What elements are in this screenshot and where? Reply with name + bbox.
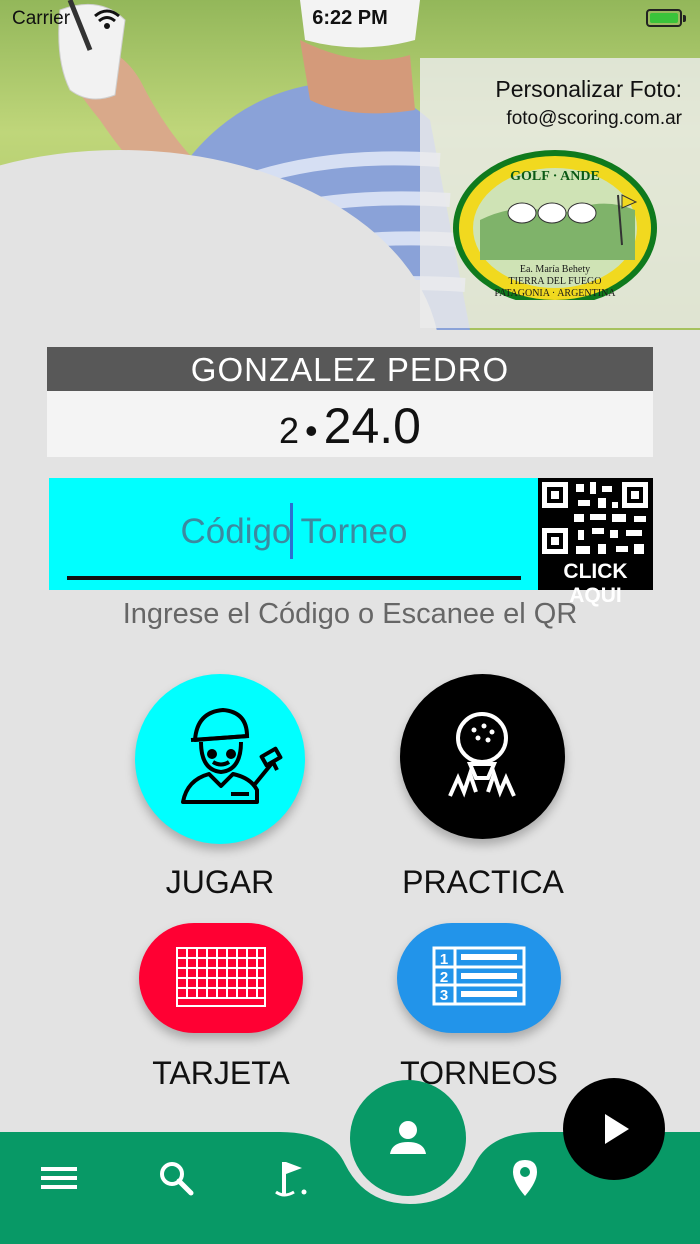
torneos-button[interactable]: 1 2 3 (397, 923, 561, 1033)
menu-icon[interactable] (39, 1158, 79, 1198)
handicap-value: 24.0 (323, 398, 421, 454)
jugar-label[interactable]: JUGAR (100, 864, 340, 901)
golf-ball-tee-icon (448, 712, 516, 798)
code-hint: Ingrese el Código o Escanee el QR (122, 598, 578, 630)
custom-photo-email: foto@scoring.com.ar (506, 108, 682, 129)
scorecard-icon (176, 947, 266, 1007)
handicap-index: 2 (279, 410, 300, 451)
golfer-icon (181, 708, 283, 804)
text-caret (290, 503, 293, 559)
golf-flag-icon[interactable] (272, 1158, 312, 1198)
player-name: GONZALEZ PEDRO (47, 347, 653, 391)
tarjeta-label[interactable]: TARJETA (101, 1055, 341, 1092)
play-icon (605, 1114, 629, 1144)
rank-2: 2 (440, 969, 448, 986)
battery-icon (646, 9, 686, 27)
handicap-display: 2 • 24.0 (47, 391, 653, 457)
practica-label[interactable]: PRACTICA (363, 864, 603, 901)
jugar-button[interactable] (135, 674, 305, 844)
profile-button[interactable] (350, 1080, 466, 1196)
custom-photo-title: Personalizar Foto: (495, 76, 682, 102)
status-time: 6:22 PM (312, 7, 388, 29)
practica-button[interactable] (400, 674, 565, 839)
rank-3: 3 (440, 987, 448, 1004)
logo-line1: Ea. María Behety (520, 264, 590, 275)
tarjeta-button[interactable] (139, 923, 303, 1033)
club-logo: GOLF · ANDE Ea. María Behety TIERRA DEL … (453, 150, 657, 300)
location-pin-icon[interactable] (505, 1158, 545, 1198)
logo-line3: PATAGONIA · ARGENTINA (494, 288, 616, 299)
logo-line2: TIERRA DEL FUEGO (509, 276, 602, 287)
input-underline (67, 576, 521, 580)
profile-icon (390, 1121, 426, 1154)
tournament-code-placeholder[interactable]: Código Torneo (49, 512, 539, 552)
handicap-separator: • (305, 410, 318, 451)
logo-top-text: GOLF · ANDE (510, 169, 600, 184)
play-button[interactable] (563, 1078, 665, 1180)
qr-code-icon (542, 482, 648, 554)
rank-1: 1 (440, 951, 448, 968)
search-icon[interactable] (156, 1158, 196, 1198)
ranking-list-icon: 1 2 3 (432, 946, 526, 1006)
